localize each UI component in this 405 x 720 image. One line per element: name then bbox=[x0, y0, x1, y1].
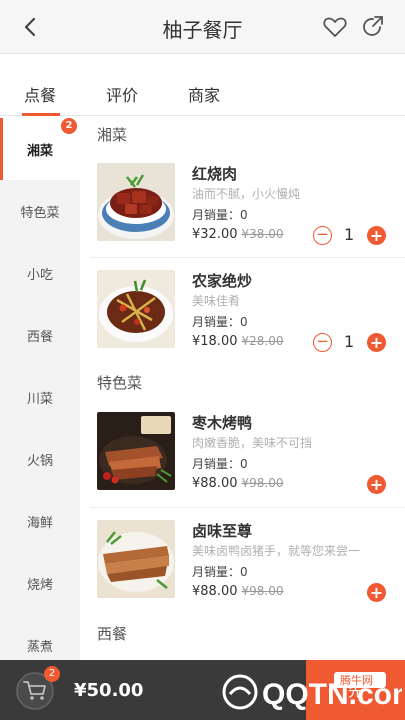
checkout-button[interactable]: 先 bbox=[306, 660, 405, 720]
dish-image bbox=[97, 270, 175, 348]
category-badge: 2 bbox=[61, 118, 77, 134]
sidebar-item-label: 小吃 bbox=[26, 267, 53, 283]
cart-badge: 2 bbox=[44, 666, 60, 682]
sidebar-item-hotpot[interactable]: 火锅 bbox=[0, 428, 80, 490]
sidebar-item-seafood[interactable]: 海鲜 bbox=[0, 490, 80, 552]
share-icon[interactable] bbox=[360, 14, 386, 40]
dish-item: 枣木烤鸭 肉嫩香脆，美味不可挡 月销量：0 ¥88.00 ¥98.00 + bbox=[80, 412, 405, 516]
checkout-label: 先 bbox=[347, 681, 363, 700]
decrease-button[interactable]: − bbox=[313, 226, 332, 245]
dish-image bbox=[97, 520, 175, 598]
sidebar-item-label: 火锅 bbox=[26, 453, 53, 469]
dish-price-row: ¥32.00 ¥38.00 bbox=[192, 227, 284, 242]
dish-description: 油而不腻，小火慢炖 bbox=[192, 187, 301, 201]
dish-description: 美味佳肴 bbox=[192, 294, 241, 308]
dish-price: ¥32.00 bbox=[192, 227, 238, 242]
category-sidebar: 湘菜 2 特色菜 小吃 西餐 川菜 火锅 海鲜 烧烤 蒸煮 bbox=[0, 118, 80, 660]
decrease-button[interactable]: − bbox=[313, 333, 332, 352]
divider bbox=[90, 257, 405, 258]
sidebar-item-snacks[interactable]: 小吃 bbox=[0, 242, 80, 304]
heart-icon[interactable] bbox=[322, 14, 348, 40]
active-indicator bbox=[0, 118, 3, 180]
sidebar-item-special[interactable]: 特色菜 bbox=[0, 180, 80, 242]
cart-total: ¥50.00 bbox=[74, 680, 144, 701]
dish-image bbox=[97, 163, 175, 241]
dish-price: ¥18.00 bbox=[192, 334, 238, 349]
dish-old-price: ¥98.00 bbox=[241, 584, 284, 598]
tab-order[interactable]: 点餐 bbox=[24, 82, 56, 106]
dish-old-price: ¥38.00 bbox=[241, 227, 284, 241]
dish-name: 枣木烤鸭 bbox=[192, 414, 253, 432]
tab-merchant[interactable]: 商家 bbox=[188, 82, 220, 106]
dish-description: 美味卤鸭卤猪手，就等您来尝一 bbox=[192, 544, 361, 558]
dish-item: 红烧肉 油而不腻，小火慢炖 月销量：0 ¥32.00 ¥38.00 − 1 + bbox=[80, 163, 405, 267]
app-header: 柚子餐厅 bbox=[0, 0, 405, 54]
dish-old-price: ¥98.00 bbox=[241, 476, 284, 490]
tab-reviews[interactable]: 评价 bbox=[106, 82, 138, 106]
dish-quantity: 1 bbox=[344, 225, 355, 244]
dish-price-row: ¥88.00 ¥98.00 bbox=[192, 584, 284, 599]
increase-button[interactable]: + bbox=[367, 226, 386, 245]
dish-image bbox=[97, 412, 175, 490]
sidebar-item-label: 蒸煮 bbox=[26, 639, 53, 655]
sidebar-item-sichuan[interactable]: 川菜 bbox=[0, 366, 80, 428]
section-title: 西餐 bbox=[97, 625, 128, 643]
dish-sales: 月销量：0 bbox=[192, 315, 248, 329]
dish-item: 卤味至尊 美味卤鸭卤猪手，就等您来尝一 月销量：0 ¥88.00 ¥98.00 + bbox=[80, 520, 405, 624]
dish-description: 肉嫩香脆，美味不可挡 bbox=[192, 436, 313, 450]
cart-icon bbox=[23, 681, 46, 700]
sidebar-item-label: 特色菜 bbox=[20, 205, 60, 221]
increase-button[interactable]: + bbox=[367, 475, 386, 494]
sidebar-item-label: 烧烤 bbox=[26, 577, 53, 593]
dish-sales: 月销量：0 bbox=[192, 565, 248, 579]
dish-old-price: ¥28.00 bbox=[241, 334, 284, 348]
menu-list: 湘菜 红烧肉 油而不腻，小火慢炖 月销量：0 ¥32.00 ¥38.00 − 1… bbox=[80, 118, 405, 660]
sidebar-item-label: 海鲜 bbox=[26, 515, 53, 531]
sidebar-item-label: 西餐 bbox=[26, 329, 53, 345]
dish-quantity: 1 bbox=[344, 332, 355, 351]
sidebar-item-bbq[interactable]: 烧烤 bbox=[0, 552, 80, 614]
dish-name: 农家绝炒 bbox=[192, 272, 253, 290]
sidebar-item-label: 川菜 bbox=[26, 391, 53, 407]
dish-price: ¥88.00 bbox=[192, 584, 238, 599]
dish-sales: 月销量：0 bbox=[192, 457, 248, 471]
increase-button[interactable]: + bbox=[367, 333, 386, 352]
divider bbox=[90, 507, 405, 508]
dish-name: 红烧肉 bbox=[192, 165, 238, 183]
dish-price-row: ¥88.00 ¥98.00 bbox=[192, 476, 284, 491]
section-title: 湘菜 bbox=[97, 126, 128, 144]
dish-price-row: ¥18.00 ¥28.00 bbox=[192, 334, 284, 349]
dish-price: ¥88.00 bbox=[192, 476, 238, 491]
sidebar-item-xiang[interactable]: 湘菜 2 bbox=[0, 118, 80, 180]
increase-button[interactable]: + bbox=[367, 583, 386, 602]
dish-name: 卤味至尊 bbox=[192, 522, 253, 540]
dish-sales: 月销量：0 bbox=[192, 208, 248, 222]
tab-bar: 点餐 评价 商家 bbox=[0, 66, 405, 116]
sidebar-item-label: 湘菜 bbox=[26, 143, 53, 159]
dish-item: 农家绝炒 美味佳肴 月销量：0 ¥18.00 ¥28.00 − 1 + bbox=[80, 270, 405, 374]
tab-active-indicator bbox=[22, 113, 60, 116]
section-title: 特色菜 bbox=[97, 374, 143, 392]
sidebar-item-western[interactable]: 西餐 bbox=[0, 304, 80, 366]
